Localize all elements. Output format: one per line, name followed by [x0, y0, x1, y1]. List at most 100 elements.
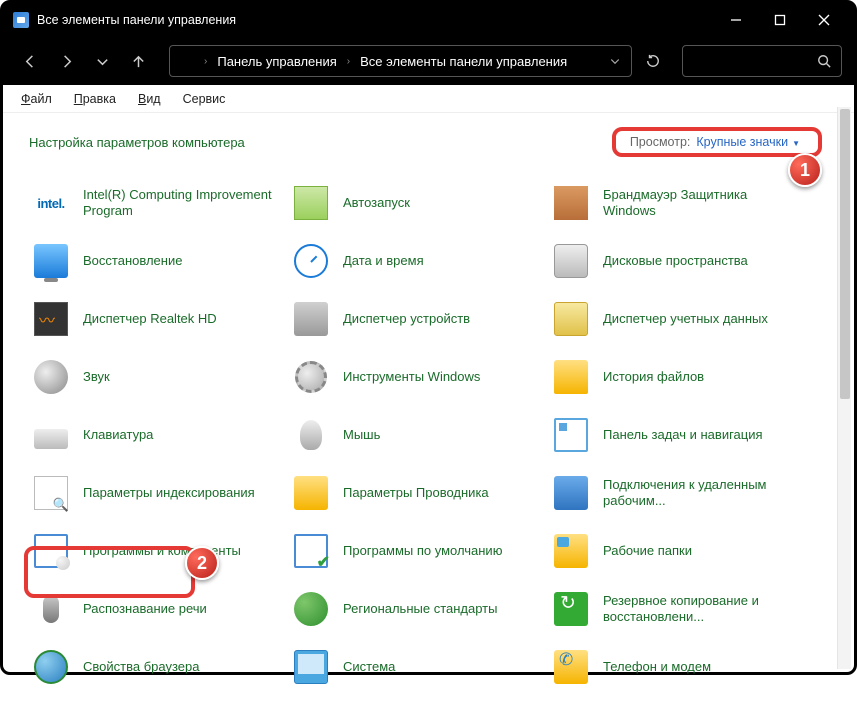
cp-item-keyboard[interactable]: Клавиатура	[33, 413, 293, 457]
cp-item-remote[interactable]: Подключения к удаленным рабочим...	[553, 471, 813, 515]
cp-item-speech[interactable]: Распознавание речи	[33, 587, 293, 631]
gear-icon	[295, 361, 327, 393]
breadcrumb-seg-2[interactable]: Все элементы панели управления	[360, 54, 567, 69]
address-icon	[180, 54, 194, 68]
cp-item-indexing[interactable]: Параметры индексирования	[33, 471, 293, 515]
cp-item-firewall[interactable]: Брандмауэр Защитника Windows	[553, 181, 813, 225]
breadcrumb-seg-1[interactable]: Панель управления	[217, 54, 336, 69]
titlebar: Все элементы панели управления	[3, 3, 854, 37]
device-manager-icon	[294, 302, 328, 336]
cp-label: Дата и время	[343, 253, 424, 269]
close-button[interactable]	[802, 5, 846, 35]
cp-item-programs[interactable]: Программы и компоненты	[33, 529, 293, 573]
autoplay-icon	[294, 186, 328, 220]
cp-label: Распознавание речи	[83, 601, 207, 617]
cp-item-taskbar[interactable]: Панель задач и навигация	[553, 413, 813, 457]
cp-item-wintools[interactable]: Инструменты Windows	[293, 355, 553, 399]
microphone-icon	[43, 595, 59, 623]
up-button[interactable]	[123, 46, 153, 76]
menu-file[interactable]: Файл	[21, 92, 52, 106]
control-panel-icon	[13, 12, 29, 28]
menu-file-label: айл	[31, 92, 52, 106]
menu-view-label: ид	[146, 92, 160, 106]
disks-icon	[554, 244, 588, 278]
back-button[interactable]	[15, 46, 45, 76]
cp-label: Дисковые пространства	[603, 253, 748, 269]
view-selector[interactable]: Просмотр: Крупные значки 1	[612, 127, 822, 157]
cp-item-autoplay[interactable]: Автозапуск	[293, 181, 553, 225]
recent-dropdown[interactable]	[87, 46, 117, 76]
globe-icon	[294, 592, 328, 626]
cp-item-phone[interactable]: Телефон и модем	[553, 645, 813, 689]
cp-item-credentials[interactable]: Диспетчер учетных данных	[553, 297, 813, 341]
cp-label: Параметры индексирования	[83, 485, 255, 501]
menu-service[interactable]: Сервис	[183, 92, 226, 106]
cp-item-workfolders[interactable]: Рабочие папки	[553, 529, 813, 573]
scrollbar-thumb[interactable]	[840, 109, 850, 399]
cp-label: Региональные стандарты	[343, 601, 497, 617]
cp-label: Мышь	[343, 427, 380, 443]
cp-item-region[interactable]: Региональные стандарты	[293, 587, 553, 631]
keyboard-icon	[34, 429, 68, 449]
internet-icon	[34, 650, 68, 684]
chevron-down-icon[interactable]	[609, 55, 621, 67]
chevron-right-icon: ›	[204, 56, 207, 67]
menu-view[interactable]: Вид	[138, 92, 161, 106]
page-title: Настройка параметров компьютера	[29, 135, 245, 150]
indexing-icon	[34, 476, 68, 510]
explorer-icon	[294, 476, 328, 510]
cp-item-datetime[interactable]: Дата и время	[293, 239, 553, 283]
cp-item-mouse[interactable]: Мышь	[293, 413, 553, 457]
cp-item-sound[interactable]: Звук	[33, 355, 293, 399]
minimize-button[interactable]	[714, 5, 758, 35]
default-programs-icon	[294, 534, 328, 568]
intel-icon: intel.	[33, 185, 69, 221]
cp-label: Intel(R) Computing Improvement Program	[83, 187, 283, 220]
refresh-button[interactable]	[638, 46, 668, 76]
cp-label: Автозапуск	[343, 195, 410, 211]
cp-item-devicemgr[interactable]: Диспетчер устройств	[293, 297, 553, 341]
cp-label: Звук	[83, 369, 110, 385]
cp-label: Клавиатура	[83, 427, 153, 443]
backup-icon	[554, 592, 588, 626]
cp-item-backup[interactable]: Резервное копирование и восстановлени...	[553, 587, 813, 631]
items-grid: intel. Intel(R) Computing Improvement Pro…	[33, 181, 836, 689]
cp-label: Рабочие папки	[603, 543, 692, 559]
search-input[interactable]	[682, 45, 842, 77]
cp-item-recovery[interactable]: Восстановление	[33, 239, 293, 283]
mouse-icon	[300, 420, 322, 450]
taskbar-icon	[554, 418, 588, 452]
cp-label: Резервное копирование и восстановлени...	[603, 593, 803, 626]
system-icon	[294, 650, 328, 684]
items-area: intel. Intel(R) Computing Improvement Pro…	[3, 175, 854, 705]
scrollbar[interactable]	[837, 107, 851, 669]
forward-button[interactable]	[51, 46, 81, 76]
cp-item-explorer-options[interactable]: Параметры Проводника	[293, 471, 553, 515]
cp-item-defaults[interactable]: Программы по умолчанию	[293, 529, 553, 573]
cp-label: Диспетчер Realtek HD	[83, 311, 217, 327]
programs-icon	[34, 534, 68, 568]
cp-label: Телефон и модем	[603, 659, 711, 675]
recovery-icon	[34, 244, 68, 278]
cp-item-system[interactable]: Система	[293, 645, 553, 689]
address-bar[interactable]: › Панель управления › Все элементы панел…	[169, 45, 632, 77]
realtek-icon	[34, 302, 68, 336]
cp-label: Свойства браузера	[83, 659, 199, 675]
cp-item-intel[interactable]: intel. Intel(R) Computing Improvement Pro…	[33, 181, 293, 225]
menu-edit[interactable]: Правка	[74, 92, 116, 106]
cp-label: Диспетчер учетных данных	[603, 311, 768, 327]
cp-item-filehistory[interactable]: История файлов	[553, 355, 813, 399]
cp-item-internet[interactable]: Свойства браузера	[33, 645, 293, 689]
menu-bar: Файл Правка Вид Сервис	[3, 85, 854, 113]
cp-item-storage[interactable]: Дисковые пространства	[553, 239, 813, 283]
cp-label: История файлов	[603, 369, 704, 385]
workfolder-icon	[554, 534, 588, 568]
view-value[interactable]: Крупные значки	[696, 135, 800, 149]
cp-label: Инструменты Windows	[343, 369, 480, 385]
folder-icon	[554, 360, 588, 394]
callout-2: 2	[185, 546, 219, 580]
cp-item-realtek[interactable]: Диспетчер Realtek HD	[33, 297, 293, 341]
maximize-button[interactable]	[758, 5, 802, 35]
cp-label: Панель задач и навигация	[603, 427, 763, 443]
chevron-right-icon: ›	[347, 56, 350, 67]
